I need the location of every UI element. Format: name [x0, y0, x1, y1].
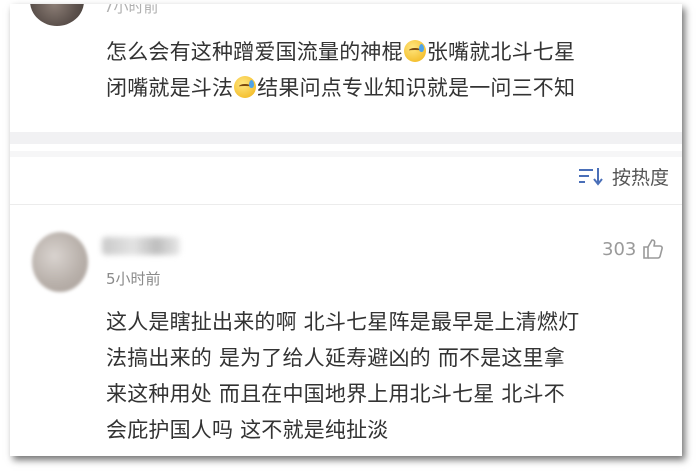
like-count: 303	[602, 238, 637, 260]
avatar[interactable]	[30, 4, 84, 26]
divider	[10, 151, 682, 157]
sweat-face-icon	[403, 40, 426, 62]
sweat-face-icon	[234, 76, 257, 98]
sort-label: 按热度	[612, 166, 670, 189]
comment-text-segment: 闭嘴就是斗法	[106, 76, 234, 100]
comment-text-segment: 结果问点专业知识就是一问三不知	[257, 76, 576, 100]
comment-text-segment: 张嘴就北斗七星	[426, 40, 576, 64]
sort-by-hot-button[interactable]: 按热度	[578, 162, 669, 190]
comment-time: 5小时前	[106, 270, 161, 288]
comment-text: 怎么会有这种蹭爱国流量的神棍 张嘴就北斗七星闭嘴就是斗法 结果问点专业知识就是一问三…	[106, 34, 674, 106]
divider	[10, 132, 682, 144]
comment-text-segment: 怎么会有这种蹭爱国流量的神棍	[106, 40, 403, 64]
comments-panel: 7小时前 怎么会有这种蹭爱国流量的神棍 张嘴就北斗七星闭嘴就是斗法 结果问点专业知识…	[10, 4, 682, 456]
comment-text: 这人是瞎扯出来的啊 北斗七星阵是最早是上清燃灯 法搞出来的 是为了给人延寿避凶的…	[106, 310, 580, 442]
thumbs-up-icon	[642, 238, 664, 260]
sort-icon	[578, 166, 604, 186]
avatar[interactable]	[32, 232, 88, 292]
comment-time: 7小时前	[104, 4, 159, 16]
like-button[interactable]: 303	[602, 238, 664, 260]
divider	[10, 204, 682, 205]
username[interactable]	[102, 237, 180, 255]
